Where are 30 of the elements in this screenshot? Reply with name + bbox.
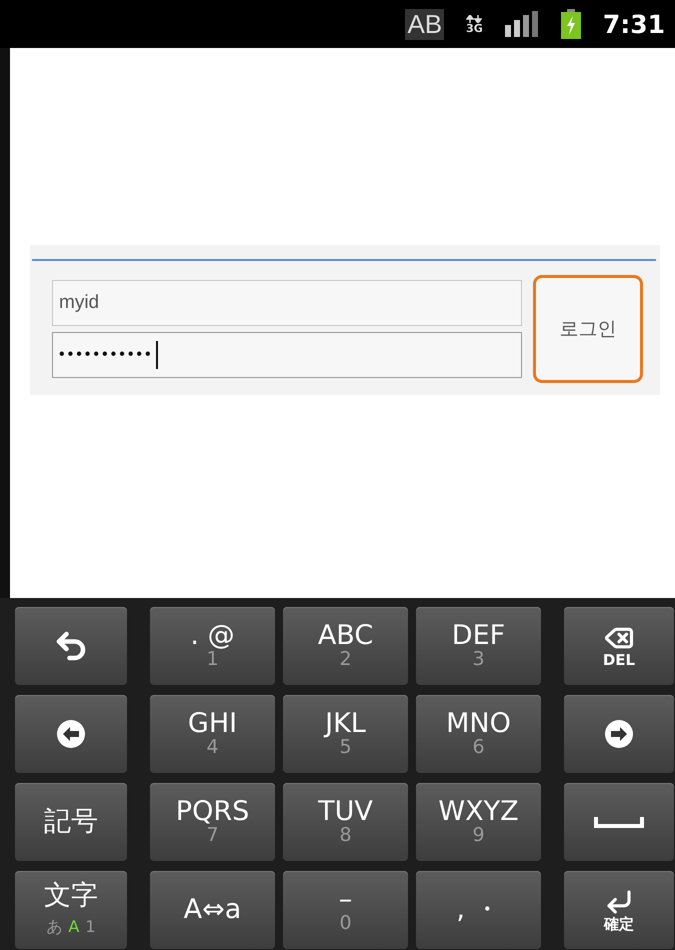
keyboard-key[interactable]: 記号	[15, 783, 127, 861]
keyboard-key[interactable]: , ・	[416, 871, 541, 949]
network-type-label: 3G	[466, 22, 483, 34]
keyboard-key[interactable]: A⇔a	[150, 871, 275, 949]
keyboard-key[interactable]: WXYZ 9	[416, 783, 541, 861]
keyboard-key[interactable]	[15, 607, 127, 685]
charging-battery-icon	[560, 9, 581, 39]
keyboard-key[interactable]: JKL 5	[283, 695, 408, 773]
keyboard-key[interactable]	[564, 783, 674, 861]
keyboard-key[interactable]: MNO 6	[416, 695, 541, 773]
keyboard-key[interactable]: GHI 4	[150, 695, 275, 773]
signal-strength-icon	[504, 11, 539, 37]
keyboard-key[interactable]: ABC 2	[283, 607, 408, 685]
keyboard-key[interactable]: 文字 あ A 1	[15, 871, 127, 949]
keyboard-key[interactable]: – 0	[283, 871, 408, 949]
keyboard-key[interactable]	[15, 695, 127, 773]
space-icon	[594, 815, 644, 829]
keyboard-key[interactable]: 確定	[564, 871, 674, 949]
clock-time: 7:31	[602, 10, 665, 38]
login-button[interactable]: 로그인	[533, 275, 643, 383]
data-transfer-icon	[466, 14, 482, 22]
keyboard-key[interactable]: DEL	[564, 607, 674, 685]
keyboard-key[interactable]: . @ 1	[150, 607, 275, 685]
input-mode-indicator: AB	[405, 8, 444, 40]
keyboard-key[interactable]	[564, 695, 674, 773]
keyboard-key[interactable]: TUV 8	[283, 783, 408, 861]
keyboard-key[interactable]: PQRS 7	[150, 783, 275, 861]
username-field[interactable]: myid	[52, 280, 522, 326]
keyboard-key[interactable]: DEF 3	[416, 607, 541, 685]
password-field[interactable]: •••••••••••	[52, 332, 522, 378]
